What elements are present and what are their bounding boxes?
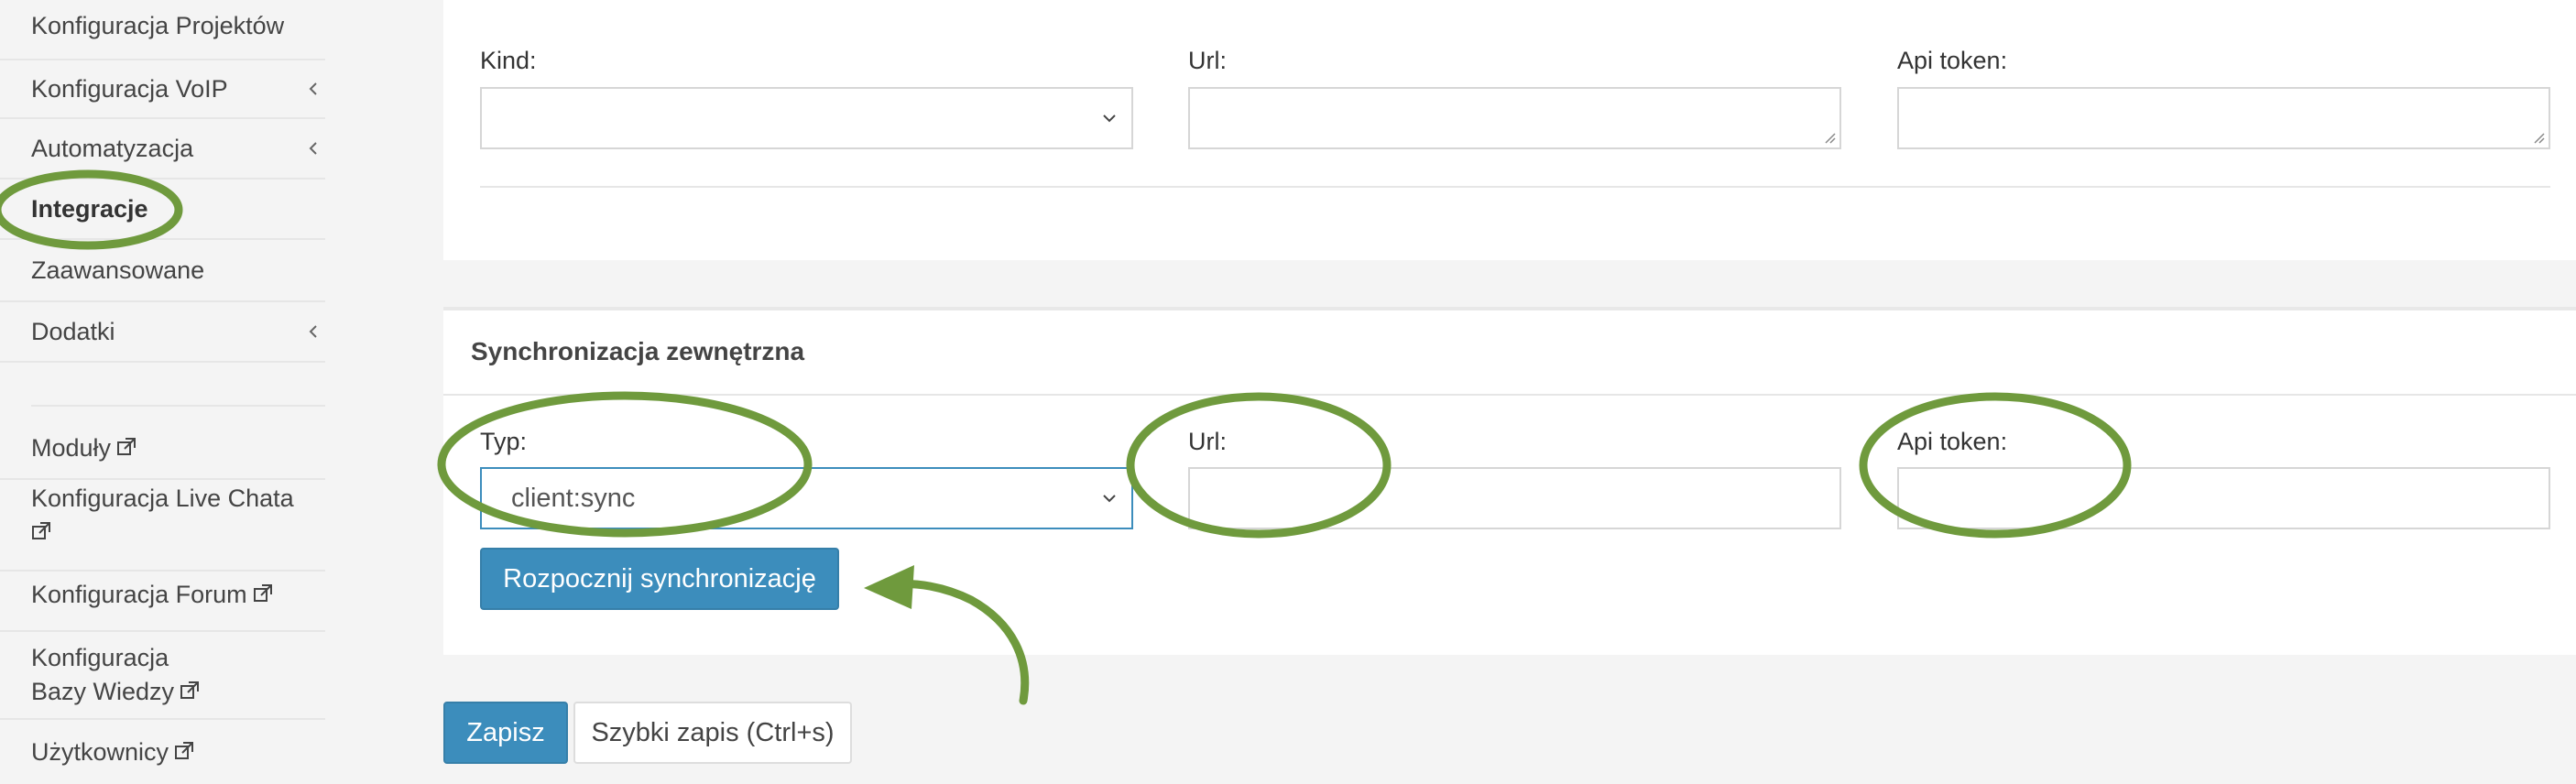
start-sync-button[interactable]: Rozpocznij synchronizację [480, 548, 839, 610]
external-link-icon [117, 438, 136, 455]
sidebar-item-label: Konfiguracja Bazy Wiedzy [31, 644, 175, 705]
sidebar-item-label: Moduły [31, 434, 112, 462]
sidebar-item-konfiguracja-bazy-wiedzy[interactable]: Konfiguracja Bazy Wiedzy [0, 632, 325, 720]
sidebar-item-label: Dodatki [31, 318, 115, 345]
sidebar-item-label: Konfiguracja VoIP [31, 75, 228, 103]
sidebar-item-dodatki[interactable]: Dodatki [0, 302, 325, 363]
chevron-left-icon [309, 325, 317, 338]
sidebar-item-label: Konfiguracja Projektów [31, 12, 285, 39]
sidebar-item-konfiguracja-forum[interactable]: Konfiguracja Forum [0, 572, 325, 632]
chevron-left-icon [309, 82, 317, 95]
resize-grip-icon[interactable] [2530, 129, 2545, 144]
kind-label: Kind: [480, 47, 537, 74]
sync-api-token-label: Api token: [1897, 428, 2008, 455]
sidebar-item-label: Konfiguracja Live Chata [31, 485, 294, 512]
sidebar-item-automatyzacja[interactable]: Automatyzacja [0, 119, 325, 180]
sidebar-item-uzytkownicy[interactable]: Użytkownicy [0, 722, 325, 784]
external-link-icon [175, 742, 194, 759]
resize-grip-icon[interactable] [1821, 129, 1836, 144]
sidebar-item-konfiguracja-projektow[interactable]: Konfiguracja Projektów [0, 5, 325, 60]
quick-save-button[interactable]: Szybki zapis (Ctrl+s) [573, 702, 852, 764]
sidebar-item-label: Konfiguracja Forum [31, 581, 247, 608]
sync-panel-title: Synchronizacja zewnętrzna [471, 337, 805, 365]
sync-url-label: Url: [1188, 428, 1227, 455]
sync-panel-header-divider [443, 394, 2576, 396]
sidebar-item-zaawansowane[interactable]: Zaawansowane [0, 240, 325, 302]
url-textarea[interactable] [1188, 87, 1841, 149]
sidebar-item-integracje[interactable]: Integracje [0, 180, 325, 240]
chevron-down-icon [1103, 495, 1116, 503]
api-token-label: Api token: [1897, 47, 2008, 74]
sidebar-item-label: Zaawansowane [31, 256, 205, 284]
url-label: Url: [1188, 47, 1227, 74]
sidebar-item-label: Integracje [31, 195, 148, 223]
chevron-down-icon [1103, 114, 1116, 123]
save-button[interactable]: Zapisz [443, 702, 568, 764]
external-link-icon [32, 522, 50, 539]
type-select[interactable]: client:sync [480, 467, 1133, 529]
api-token-textarea[interactable] [1897, 87, 2550, 149]
chevron-left-icon [309, 142, 317, 155]
sidebar-item-label: Automatyzacja [31, 135, 194, 162]
sidebar-item-konfiguracja-live-chata[interactable]: Konfiguracja Live Chata [0, 480, 325, 572]
sidebar: Konfiguracja Projektów Konfiguracja VoIP… [0, 0, 325, 784]
external-link-icon [180, 681, 200, 699]
kind-select[interactable] [480, 87, 1133, 149]
type-label: Typ: [480, 428, 528, 455]
external-link-icon [253, 584, 272, 602]
sidebar-item-label: Użytkownicy [31, 738, 169, 766]
panel-divider [480, 186, 2550, 188]
sync-api-token-input[interactable] [1897, 467, 2550, 529]
sidebar-item-moduly[interactable]: Moduły [0, 407, 325, 480]
sync-url-input[interactable] [1188, 467, 1841, 529]
sidebar-item-konfiguracja-voip[interactable]: Konfiguracja VoIP [0, 60, 325, 119]
